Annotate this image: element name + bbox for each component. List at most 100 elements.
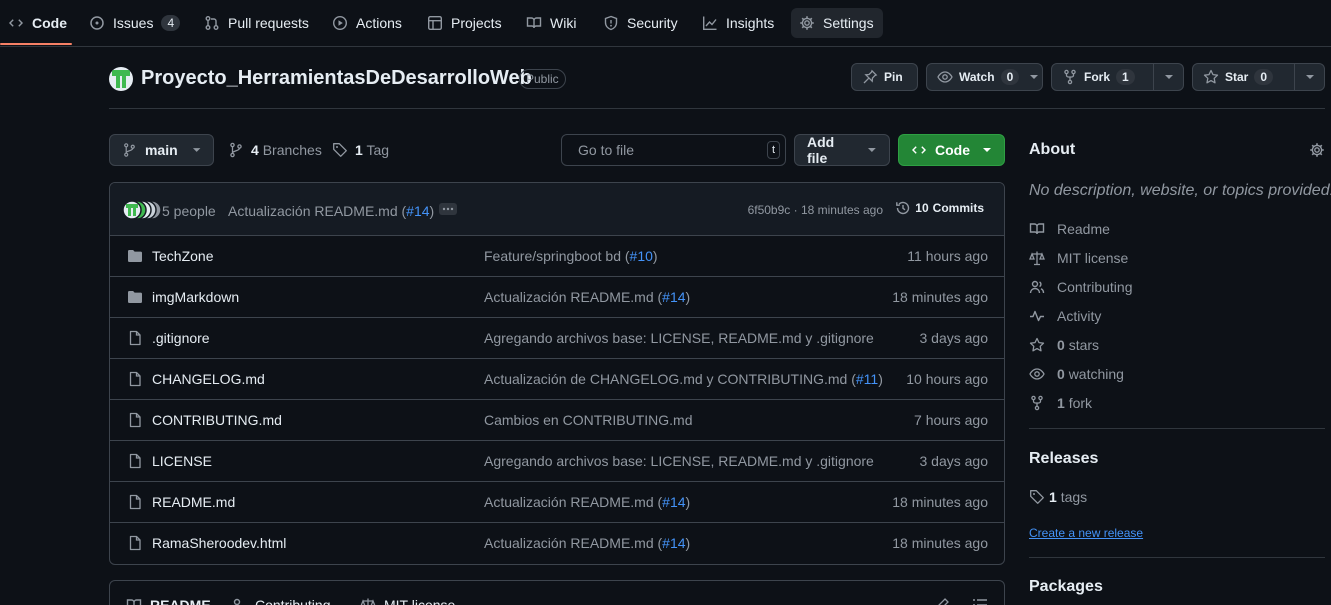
fork-count-side: 1: [1057, 395, 1065, 411]
tab-settings-label: Settings: [823, 15, 874, 31]
pin-label: Pin: [884, 70, 903, 84]
file-name-link[interactable]: README.md: [152, 494, 235, 510]
gear-icon: [1310, 143, 1324, 157]
file-name-link[interactable]: LICENSE: [152, 453, 212, 469]
expand-commit-button[interactable]: [439, 203, 457, 215]
latest-commit-message[interactable]: Actualización README.md (#14): [228, 203, 434, 219]
file-row[interactable]: README.md Actualización README.md (#14) …: [110, 482, 1004, 523]
commits-history-link[interactable]: 10 Commits: [895, 200, 984, 216]
tab-security[interactable]: Security: [595, 8, 686, 38]
commit-authors[interactable]: 5 people: [162, 203, 216, 219]
file-commit-pr-link[interactable]: #11: [856, 371, 878, 387]
watch-button[interactable]: Watch 0: [926, 63, 1043, 91]
file-commit-date: 10 hours ago: [906, 371, 988, 387]
latest-commit-pr-link[interactable]: #14: [406, 203, 429, 219]
file-commit-close: ): [685, 494, 691, 510]
add-file-button[interactable]: Add file: [794, 134, 890, 166]
activity-link[interactable]: Activity: [1029, 308, 1101, 324]
file-name-link[interactable]: RamaSheroodev.html: [152, 535, 286, 551]
file-commit-message[interactable]: Actualización README.md (#14): [484, 494, 690, 510]
file-name-link[interactable]: CHANGELOG.md: [152, 371, 265, 387]
file-commit-pr-link[interactable]: #14: [662, 494, 685, 510]
file-commit-text: Cambios en CONTRIBUTING.md: [484, 412, 693, 428]
file-row[interactable]: CHANGELOG.md Actualización de CHANGELOG.…: [110, 359, 1004, 400]
tab-pull-requests[interactable]: Pull requests: [196, 8, 317, 38]
readme-tab[interactable]: README: [126, 597, 211, 605]
book-icon: [1029, 223, 1045, 235]
star-dropdown[interactable]: [1294, 64, 1324, 90]
license-link[interactable]: MIT license: [1029, 250, 1128, 266]
file-commit-message[interactable]: Agregando archivos base: LICENSE, README…: [484, 330, 874, 346]
file-icon-wrap: [127, 535, 143, 551]
file-commit-pr-link[interactable]: #14: [662, 535, 685, 551]
file-row[interactable]: RamaSheroodev.html Actualización README.…: [110, 523, 1004, 564]
fork-button[interactable]: Fork 1: [1051, 63, 1184, 91]
fork-count: 1: [1116, 69, 1135, 85]
owner-avatar[interactable]: [109, 67, 133, 91]
tab-insights[interactable]: Insights: [694, 8, 782, 38]
shortcut-hint: t: [767, 141, 781, 159]
contributor-avatars[interactable]: [122, 200, 162, 220]
file-commit-message[interactable]: Agregando archivos base: LICENSE, README…: [484, 453, 874, 469]
contributing-tab[interactable]: Contributing: [231, 597, 331, 605]
folder-icon-wrap: [127, 289, 143, 305]
activity-link-label: Activity: [1057, 308, 1102, 324]
releases-heading[interactable]: Releases: [1029, 450, 1098, 468]
tab-issues[interactable]: Issues 4: [81, 8, 188, 38]
tab-settings[interactable]: Settings: [791, 8, 883, 38]
file-commit-message[interactable]: Cambios en CONTRIBUTING.md: [484, 412, 692, 428]
file-commit-pr-link[interactable]: #10: [630, 248, 653, 264]
readme-link[interactable]: Readme: [1029, 221, 1110, 237]
stars-link[interactable]: 0 stars: [1029, 337, 1099, 353]
file-icon: [129, 371, 141, 387]
file-row[interactable]: TechZone Feature/springboot bd (#10) 11 …: [110, 236, 1004, 277]
edit-readme-button[interactable]: [934, 597, 950, 605]
file-commit-pr-link[interactable]: #14: [662, 289, 685, 305]
pencil-icon: [938, 598, 949, 605]
create-release-link[interactable]: Create a new release: [1029, 526, 1143, 540]
go-to-file-search[interactable]: t: [561, 134, 786, 166]
go-to-file-input[interactable]: [578, 142, 759, 158]
pin-button[interactable]: Pin: [851, 63, 918, 91]
file-row[interactable]: LICENSE Agregando archivos base: LICENSE…: [110, 441, 1004, 482]
tags-link[interactable]: 1 Tag: [332, 142, 389, 158]
file-commit-message[interactable]: Actualización de CHANGELOG.md y CONTRIBU…: [484, 371, 883, 387]
branch-selector[interactable]: main: [109, 134, 214, 166]
file-commit-message[interactable]: Actualización README.md (#14): [484, 535, 690, 551]
file-row[interactable]: imgMarkdown Actualización README.md (#14…: [110, 277, 1004, 318]
forks-link[interactable]: 1 fork: [1029, 395, 1092, 411]
branches-link[interactable]: 4 Branches: [228, 142, 322, 158]
file-name-link[interactable]: imgMarkdown: [152, 289, 239, 305]
file-name-link[interactable]: .gitignore: [152, 330, 210, 346]
packages-heading[interactable]: Packages: [1029, 578, 1103, 596]
edit-about-button[interactable]: [1309, 142, 1325, 158]
file-name-link[interactable]: CONTRIBUTING.md: [152, 412, 282, 428]
license-link-label: MIT license: [1057, 250, 1129, 266]
file-commit-close: ): [878, 371, 883, 387]
fork-dropdown[interactable]: [1153, 64, 1183, 90]
contributing-link[interactable]: Contributing: [1029, 279, 1133, 295]
tab-actions[interactable]: Actions: [324, 8, 410, 38]
tags-sidebar-link[interactable]: 1 tags: [1029, 489, 1087, 505]
tab-wiki[interactable]: Wiki: [518, 8, 584, 38]
file-commit-text: Actualización README.md (: [484, 494, 663, 510]
file-commit-message[interactable]: Actualización README.md (#14): [484, 289, 690, 305]
tab-projects[interactable]: Projects: [419, 8, 510, 38]
license-tab[interactable]: MIT license: [360, 597, 455, 605]
code-dropdown-button[interactable]: Code: [898, 134, 1005, 166]
repo-nav: Code Issues 4 Pull requests Actions Proj…: [0, 0, 1331, 47]
star-button[interactable]: Star 0: [1192, 63, 1325, 91]
file-commit-date: 18 minutes ago: [892, 535, 988, 551]
file-commit-message[interactable]: Feature/springboot bd (#10): [484, 248, 658, 264]
tab-code[interactable]: Code: [0, 8, 75, 38]
outline-button[interactable]: [972, 597, 988, 605]
watch-dropdown[interactable]: [1025, 64, 1042, 90]
watching-link[interactable]: 0 watching: [1029, 366, 1124, 382]
repo-name-link[interactable]: Proyecto_HerramientasDeDesarrolloWeb: [141, 67, 532, 90]
file-row[interactable]: CONTRIBUTING.md Cambios en CONTRIBUTING.…: [110, 400, 1004, 441]
file-name-link[interactable]: TechZone: [152, 248, 213, 264]
law-icon: [360, 598, 376, 605]
commit-hash-time[interactable]: 6f50b9c · 18 minutes ago: [748, 203, 883, 217]
fork-label: Fork: [1084, 70, 1111, 84]
file-row[interactable]: .gitignore Agregando archivos base: LICE…: [110, 318, 1004, 359]
